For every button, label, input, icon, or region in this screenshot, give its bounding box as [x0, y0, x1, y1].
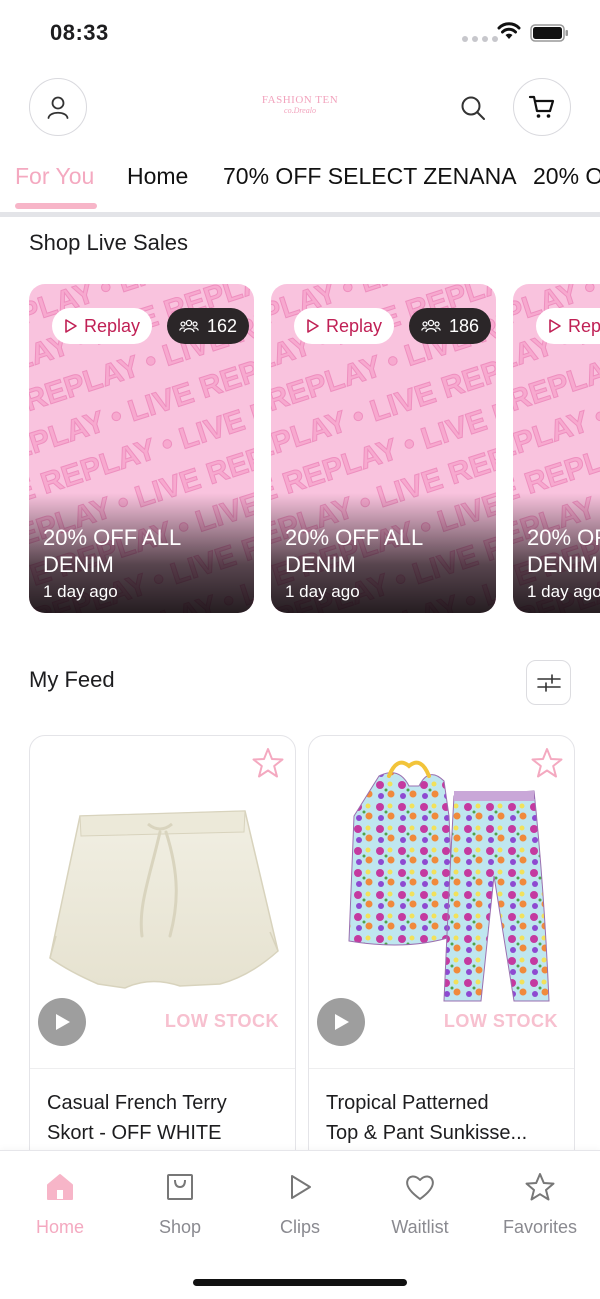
feed-title: My Feed [29, 667, 115, 692]
product-name-line: Skort - OFF WHITE [47, 1122, 222, 1144]
live-sale-card[interactable]: LIVE REPLAY • LIVE REPLAY • LIVE REPLAY … [513, 284, 600, 613]
profile-icon [47, 96, 69, 119]
status-bar: 08:33 [0, 0, 600, 64]
live-sale-title: 20% OFF ALL DENIM [527, 525, 600, 577]
live-sale-title: 20% OFF ALL DENIM [285, 525, 423, 577]
live-sale-time: 1 day ago [285, 582, 360, 601]
product-name[interactable]: Casual French Terry Skort - OFF WHITE [47, 1088, 282, 1148]
wifi-icon [497, 22, 521, 39]
search-icon [461, 96, 485, 120]
viewers-icon [179, 319, 199, 333]
live-sale-time: 1 day ago [527, 582, 600, 601]
replay-button[interactable]: Replay [536, 308, 600, 344]
nav-home[interactable]: Home [0, 1167, 120, 1238]
viewer-count: 162 [207, 315, 238, 336]
signal-icon [462, 36, 498, 42]
replay-label: Replay [84, 315, 141, 336]
product-name[interactable]: Tropical Patterned Top & Pant Sunkisse..… [326, 1088, 561, 1148]
app-header: FASHION TEN co.Drealo [0, 70, 600, 150]
play-video-button[interactable] [38, 998, 86, 1046]
active-tab-indicator [15, 203, 97, 209]
home-icon [47, 1174, 73, 1200]
nav-label: Favorites [502, 1217, 578, 1237]
divider [30, 1068, 295, 1069]
replay-button[interactable]: Replay [294, 308, 395, 344]
heart-icon [406, 1175, 434, 1200]
replay-label: Replay [568, 315, 600, 336]
shopping-bag-icon [167, 1174, 193, 1200]
nav-label: Clips [279, 1217, 320, 1237]
product-name-line: Casual French Terry [47, 1092, 227, 1114]
logo-text: FASHION TEN [261, 94, 339, 106]
category-tabs: For You Home 70% OFF SELECT ZENANA 20% O… [0, 155, 600, 217]
play-outline-icon [307, 319, 319, 333]
filter-button[interactable] [526, 660, 571, 705]
product-name-line: Tropical Patterned [326, 1092, 489, 1114]
live-sales-title: Shop Live Sales [29, 230, 188, 255]
nav-label: Home [35, 1217, 84, 1237]
live-sale-card[interactable]: LIVE REPLAY • LIVE REPLAY • LIVE REPLAY … [29, 284, 254, 613]
stock-badge: LOW STOCK [443, 1011, 558, 1031]
play-icon [56, 1014, 70, 1030]
stock-badge: LOW STOCK [164, 1011, 279, 1031]
status-time: 08:33 [50, 20, 109, 45]
sliders-icon [536, 673, 561, 692]
tab-home[interactable]: Home [127, 163, 188, 190]
cart-button[interactable] [513, 78, 571, 136]
product-card[interactable]: LOW STOCK Casual French Terry Skort - OF… [29, 735, 296, 1165]
play-icon [291, 1175, 311, 1199]
nav-clips[interactable]: Clips [240, 1167, 360, 1238]
viewer-count-badge: 186 [409, 308, 492, 344]
home-indicator [193, 1279, 407, 1286]
favorite-star-icon[interactable] [530, 746, 564, 780]
play-outline-icon [549, 319, 561, 333]
live-sale-card[interactable]: LIVE REPLAY • LIVE REPLAY • LIVE REPLAY … [271, 284, 496, 613]
viewer-count: 186 [449, 315, 480, 336]
brand-logo[interactable]: FASHION TEN co.Drealo [260, 94, 340, 115]
replay-label: Replay [326, 315, 383, 336]
bottom-navigation: Home Shop Clips Waitlist Favorites [0, 1150, 600, 1299]
nav-favorites[interactable]: Favorites [480, 1167, 600, 1238]
nav-shop[interactable]: Shop [120, 1167, 240, 1238]
product-name-line: Top & Pant Sunkisse... [326, 1122, 528, 1144]
tab-for-you[interactable]: For You [15, 163, 94, 190]
nav-label: Shop [158, 1217, 202, 1237]
star-icon [525, 1173, 555, 1201]
logo-subtext: co.Drealo [284, 106, 316, 115]
profile-button[interactable] [29, 78, 87, 136]
play-video-button[interactable] [317, 998, 365, 1046]
cart-icon [528, 95, 555, 118]
viewer-count-badge: 162 [167, 308, 250, 344]
viewers-icon [421, 319, 441, 333]
play-outline-icon [65, 319, 77, 333]
battery-icon [530, 24, 568, 42]
live-sales-carousel[interactable]: LIVE REPLAY • LIVE REPLAY • LIVE REPLAY … [0, 284, 600, 614]
search-button[interactable] [457, 92, 489, 124]
replay-button[interactable]: Replay [52, 308, 153, 344]
divider [309, 1068, 574, 1069]
live-sale-title: 20% OFF ALL DENIM [43, 525, 181, 577]
product-card[interactable]: LOW STOCK Tropical Patterned Top & Pant … [308, 735, 575, 1165]
tab-denim-sale[interactable]: 20% OFF ALL DENIM [533, 163, 600, 190]
nav-label: Waitlist [391, 1217, 449, 1237]
tab-zenana-sale[interactable]: 70% OFF SELECT ZENANA [223, 163, 517, 190]
nav-waitlist[interactable]: Waitlist [360, 1167, 480, 1238]
favorite-star-icon[interactable] [251, 746, 285, 780]
play-icon [335, 1014, 349, 1030]
live-sale-time: 1 day ago [43, 582, 118, 601]
